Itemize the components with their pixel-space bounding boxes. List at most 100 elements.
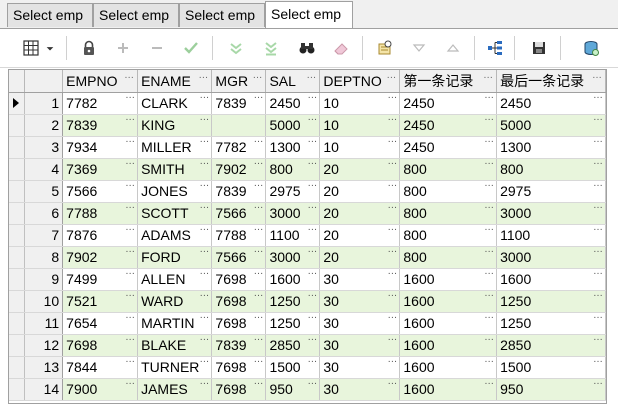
cell-last-record[interactable]: 2850…	[496, 334, 606, 357]
table-row[interactable]: 12 7698… BLAKE… 7839… 2850… 30… 1600… 2850…	[9, 334, 606, 357]
column-header-sal[interactable]: SAL…	[265, 70, 321, 93]
cell-first-record[interactable]: 2450…	[399, 92, 498, 115]
cell-last-record[interactable]: 1300…	[496, 136, 606, 159]
cell-sal[interactable]: 1600…	[265, 268, 321, 291]
cell-empno[interactable]: 7902…	[62, 246, 139, 269]
row-indicator[interactable]	[9, 334, 26, 357]
cell-deptno[interactable]: 20…	[319, 180, 401, 203]
cell-deptno[interactable]: 30…	[319, 290, 401, 313]
binoculars-icon[interactable]	[296, 37, 318, 59]
cell-ename[interactable]: JAMES…	[137, 378, 213, 401]
cell-first-record[interactable]: 800…	[399, 202, 498, 225]
row-indicator[interactable]	[9, 202, 26, 225]
row-indicator[interactable]	[9, 312, 26, 335]
cell-ename[interactable]: KING…	[137, 114, 213, 137]
row-indicator[interactable]	[9, 356, 26, 379]
cell-deptno[interactable]: 30…	[319, 268, 401, 291]
dropdown-arrow-icon[interactable]	[44, 37, 56, 59]
cell-deptno[interactable]: 20…	[319, 246, 401, 269]
row-indicator[interactable]	[9, 180, 26, 203]
table-row[interactable]: 3 7934… MILLER… 7782… 1300… 10… 2450… 1300…	[9, 136, 606, 159]
row-number[interactable]: 7	[24, 224, 64, 247]
database-icon[interactable]	[580, 37, 602, 59]
cell-first-record[interactable]: 1600…	[399, 378, 498, 401]
cell-deptno[interactable]: 10…	[319, 92, 401, 115]
query-icon[interactable]	[374, 37, 396, 59]
cell-sal[interactable]: 950…	[265, 378, 321, 401]
row-indicator[interactable]	[9, 268, 26, 291]
cell-last-record[interactable]: 2975…	[496, 180, 606, 203]
cell-deptno[interactable]: 30…	[319, 334, 401, 357]
cell-mgr[interactable]: 7698…	[211, 268, 267, 291]
cell-deptno[interactable]: 20…	[319, 224, 401, 247]
cell-last-record[interactable]: 1250…	[496, 290, 606, 313]
row-number[interactable]: 12	[24, 334, 64, 357]
column-header-ename[interactable]: ENAME…	[137, 70, 213, 93]
cell-mgr[interactable]: 7566…	[211, 246, 267, 269]
column-header-last-record[interactable]: 最后一条记录…	[496, 70, 606, 93]
row-indicator[interactable]	[9, 158, 26, 181]
eraser-icon[interactable]	[330, 37, 352, 59]
row-number[interactable]: 5	[24, 180, 64, 203]
table-row[interactable]: 2 7839… KING… 5000… 10… 2450… 5000…	[9, 114, 606, 137]
cell-empno[interactable]: 7782…	[62, 92, 139, 115]
cell-ename[interactable]: SCOTT…	[137, 202, 213, 225]
cell-last-record[interactable]: 3000…	[496, 202, 606, 225]
cell-last-record[interactable]: 2450…	[496, 92, 606, 115]
cell-first-record[interactable]: 2450…	[399, 114, 498, 137]
cell-deptno[interactable]: 20…	[319, 202, 401, 225]
cell-ename[interactable]: ALLEN…	[137, 268, 213, 291]
cell-empno[interactable]: 7521…	[62, 290, 139, 313]
minus-icon[interactable]	[146, 37, 168, 59]
row-indicator[interactable]	[9, 92, 26, 115]
check-icon[interactable]	[180, 37, 202, 59]
cell-sal[interactable]: 1100…	[265, 224, 321, 247]
column-header-deptno[interactable]: DEPTNO…	[319, 70, 401, 93]
cell-mgr[interactable]: 7698…	[211, 290, 267, 313]
cell-first-record[interactable]: 800…	[399, 246, 498, 269]
cell-ename[interactable]: BLAKE…	[137, 334, 213, 357]
table-row[interactable]: 1 7782… CLARK… 7839… 2450… 10… 2450… 2450…	[9, 92, 606, 115]
tab-select-emp-2[interactable]: Select emp	[93, 3, 179, 27]
plus-icon[interactable]	[112, 37, 134, 59]
column-header-mgr[interactable]: MGR…	[211, 70, 267, 93]
row-indicator[interactable]	[9, 290, 26, 313]
cell-ename[interactable]: SMITH…	[137, 158, 213, 181]
cell-sal[interactable]: 2975…	[265, 180, 321, 203]
tab-select-emp-3[interactable]: Select emp	[179, 3, 265, 27]
cell-ename[interactable]: FORD…	[137, 246, 213, 269]
row-number[interactable]: 3	[24, 136, 64, 159]
table-row[interactable]: 13 7844… TURNER… 7698… 1500… 30… 1600… 1500…	[9, 356, 606, 379]
cell-first-record[interactable]: 1600…	[399, 268, 498, 291]
cell-mgr[interactable]: 7839…	[211, 180, 267, 203]
cell-empno[interactable]: 7934…	[62, 136, 139, 159]
cell-sal[interactable]: 1300…	[265, 136, 321, 159]
cell-ename[interactable]: MILLER…	[137, 136, 213, 159]
cell-mgr[interactable]: 7566…	[211, 202, 267, 225]
row-indicator[interactable]	[9, 224, 26, 247]
cell-first-record[interactable]: 800…	[399, 180, 498, 203]
row-indicator[interactable]	[9, 378, 26, 401]
cell-sal[interactable]: 3000…	[265, 246, 321, 269]
grid-icon[interactable]	[20, 37, 42, 59]
down-arrow-icon[interactable]	[225, 37, 247, 59]
cell-first-record[interactable]: 2450…	[399, 136, 498, 159]
save-icon[interactable]	[528, 37, 550, 59]
cell-deptno[interactable]: 10…	[319, 136, 401, 159]
cell-last-record[interactable]: 3000…	[496, 246, 606, 269]
row-number[interactable]: 10	[24, 290, 64, 313]
cell-deptno[interactable]: 30…	[319, 312, 401, 335]
tree-icon[interactable]	[484, 37, 506, 59]
cell-empno[interactable]: 7900…	[62, 378, 139, 401]
row-number[interactable]: 8	[24, 246, 64, 269]
cell-first-record[interactable]: 1600…	[399, 290, 498, 313]
cell-empno[interactable]: 7654…	[62, 312, 139, 335]
cell-sal[interactable]: 1500…	[265, 356, 321, 379]
cell-sal[interactable]: 2450…	[265, 92, 321, 115]
cell-empno[interactable]: 7876…	[62, 224, 139, 247]
cell-empno[interactable]: 7839…	[62, 114, 139, 137]
cell-first-record[interactable]: 800…	[399, 158, 498, 181]
cell-last-record[interactable]: 1600…	[496, 268, 606, 291]
cell-first-record[interactable]: 1600…	[399, 334, 498, 357]
cell-mgr[interactable]: 7788…	[211, 224, 267, 247]
